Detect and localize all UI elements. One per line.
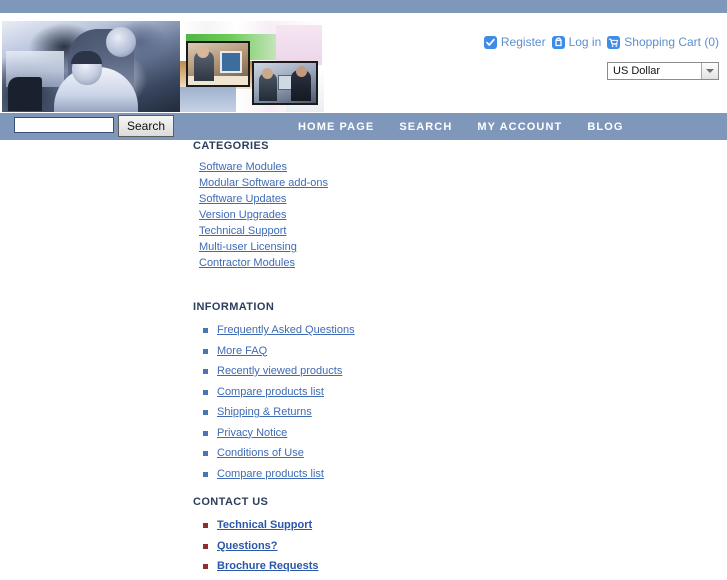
list-item: Questions? bbox=[203, 539, 373, 555]
sidebar-block-contact-us: Contact us Technical Support Questions? … bbox=[193, 496, 373, 575]
login-link-label: Log in bbox=[568, 35, 602, 49]
list-item: Contractor Modules bbox=[199, 258, 373, 269]
list-item: Software Modules bbox=[199, 162, 373, 173]
information-link-more-faq[interactable]: More FAQ bbox=[217, 345, 267, 357]
list-item: More FAQ bbox=[203, 344, 373, 360]
search-form: Search bbox=[14, 115, 175, 137]
list-item: Shipping & Returns bbox=[203, 405, 373, 421]
information-link-conditions-of-use[interactable]: Conditions of Use bbox=[217, 447, 304, 459]
banner-chair-shape bbox=[8, 77, 42, 111]
list-item: Compare products list bbox=[203, 385, 373, 401]
list-item: Privacy Notice bbox=[203, 426, 373, 442]
information-link-frequently-asked-questions[interactable]: Frequently Asked Questions bbox=[217, 324, 355, 336]
information-link-shipping-and-returns[interactable]: Shipping & Returns bbox=[217, 406, 312, 418]
information-link-privacy-notice[interactable]: Privacy Notice bbox=[217, 427, 287, 439]
sidebar-block-categories: Categories Software Modules Modular Soft… bbox=[193, 140, 373, 269]
list-item: Modular Software add-ons bbox=[199, 178, 373, 189]
top-accent-bar bbox=[0, 0, 727, 13]
list-item: Software Updates bbox=[199, 194, 373, 205]
information-list: Frequently Asked Questions More FAQ Rece… bbox=[203, 323, 373, 482]
banner-collage-right bbox=[180, 21, 324, 112]
list-item: Multi-user Licensing bbox=[199, 242, 373, 253]
login-link[interactable]: Log in bbox=[551, 35, 602, 49]
banner-photo-panel-one bbox=[186, 41, 250, 87]
information-link-recently-viewed-products[interactable]: Recently viewed products bbox=[217, 365, 342, 377]
sidebar: Categories Software Modules Modular Soft… bbox=[193, 140, 373, 580]
list-item: Recently viewed products bbox=[203, 364, 373, 380]
contact-link-brochure-requests[interactable]: Brochure Requests bbox=[217, 560, 318, 572]
information-link-compare-products-list[interactable]: Compare products list bbox=[217, 386, 324, 398]
search-button[interactable]: Search bbox=[118, 115, 175, 137]
shopping-cart-link-label: Shopping Cart (0) bbox=[624, 35, 719, 49]
category-link-modular-software-add-ons[interactable]: Modular Software add-ons bbox=[199, 177, 328, 189]
banner-photo-panel-two bbox=[252, 61, 318, 105]
contact-us-list: Technical Support Questions? Brochure Re… bbox=[203, 518, 373, 575]
sidebar-block-information: Information Frequently Asked Questions M… bbox=[193, 301, 373, 482]
utility-links: Register Log in Shopping Cart (0) bbox=[483, 35, 719, 49]
category-link-software-updates[interactable]: Software Updates bbox=[199, 193, 286, 205]
banner-photo-left bbox=[2, 21, 180, 112]
banner-photo-two-head-left bbox=[262, 68, 273, 79]
site-header: Register Log in Shopping Cart (0) US Dol… bbox=[0, 13, 727, 113]
main-navbar: Search Home page Search My account Blog bbox=[0, 113, 727, 140]
banner-photo-two-head-right bbox=[296, 66, 307, 77]
register-link-label: Register bbox=[500, 35, 546, 49]
category-link-contractor-modules[interactable]: Contractor Modules bbox=[199, 257, 295, 269]
header-banner-image bbox=[2, 21, 324, 112]
nav-item-search[interactable]: Search bbox=[399, 121, 452, 133]
categories-list: Software Modules Modular Software add-on… bbox=[199, 162, 373, 269]
contact-link-questions[interactable]: Questions? bbox=[217, 540, 278, 552]
banner-pink-block bbox=[276, 25, 322, 65]
list-item: Technical Support bbox=[203, 518, 373, 534]
login-key-icon bbox=[551, 35, 565, 49]
banner-photo-one-monitor bbox=[220, 51, 242, 73]
category-link-technical-support[interactable]: Technical Support bbox=[199, 225, 286, 237]
information-link-compare-products-list-2[interactable]: Compare products list bbox=[217, 468, 324, 480]
chevron-down-icon[interactable] bbox=[701, 63, 718, 79]
list-item: Compare products list bbox=[203, 467, 373, 483]
banner-blue-block bbox=[180, 87, 236, 112]
currency-select-value: US Dollar bbox=[613, 65, 661, 77]
shopping-cart-icon bbox=[607, 35, 621, 49]
category-link-software-modules[interactable]: Software Modules bbox=[199, 161, 287, 173]
list-item: Frequently Asked Questions bbox=[203, 323, 373, 339]
register-link[interactable]: Register bbox=[483, 35, 546, 49]
category-link-multi-user-licensing[interactable]: Multi-user Licensing bbox=[199, 241, 297, 253]
currency-select[interactable]: US Dollar bbox=[607, 62, 719, 80]
list-item: Brochure Requests bbox=[203, 559, 373, 575]
banner-person-standing-head bbox=[106, 27, 136, 57]
check-icon bbox=[483, 35, 497, 49]
banner-photo-one-head bbox=[197, 46, 209, 58]
nav-item-blog[interactable]: Blog bbox=[587, 121, 623, 133]
list-item: Conditions of Use bbox=[203, 446, 373, 462]
nav-links: Home page Search My account Blog bbox=[298, 113, 624, 140]
currency-selector-wrap: US Dollar bbox=[607, 62, 719, 80]
categories-title: Categories bbox=[193, 140, 269, 152]
list-item: Technical Support bbox=[199, 226, 373, 237]
contact-us-title: Contact us bbox=[193, 496, 269, 508]
nav-item-my-account[interactable]: My account bbox=[477, 121, 562, 133]
nav-item-home-page[interactable]: Home page bbox=[298, 121, 374, 133]
contact-link-technical-support[interactable]: Technical Support bbox=[217, 519, 312, 531]
search-input[interactable] bbox=[14, 117, 114, 133]
information-title: Information bbox=[193, 301, 275, 313]
list-item: Version Upgrades bbox=[199, 210, 373, 221]
category-link-version-upgrades[interactable]: Version Upgrades bbox=[199, 209, 286, 221]
shopping-cart-link[interactable]: Shopping Cart (0) bbox=[607, 35, 719, 49]
